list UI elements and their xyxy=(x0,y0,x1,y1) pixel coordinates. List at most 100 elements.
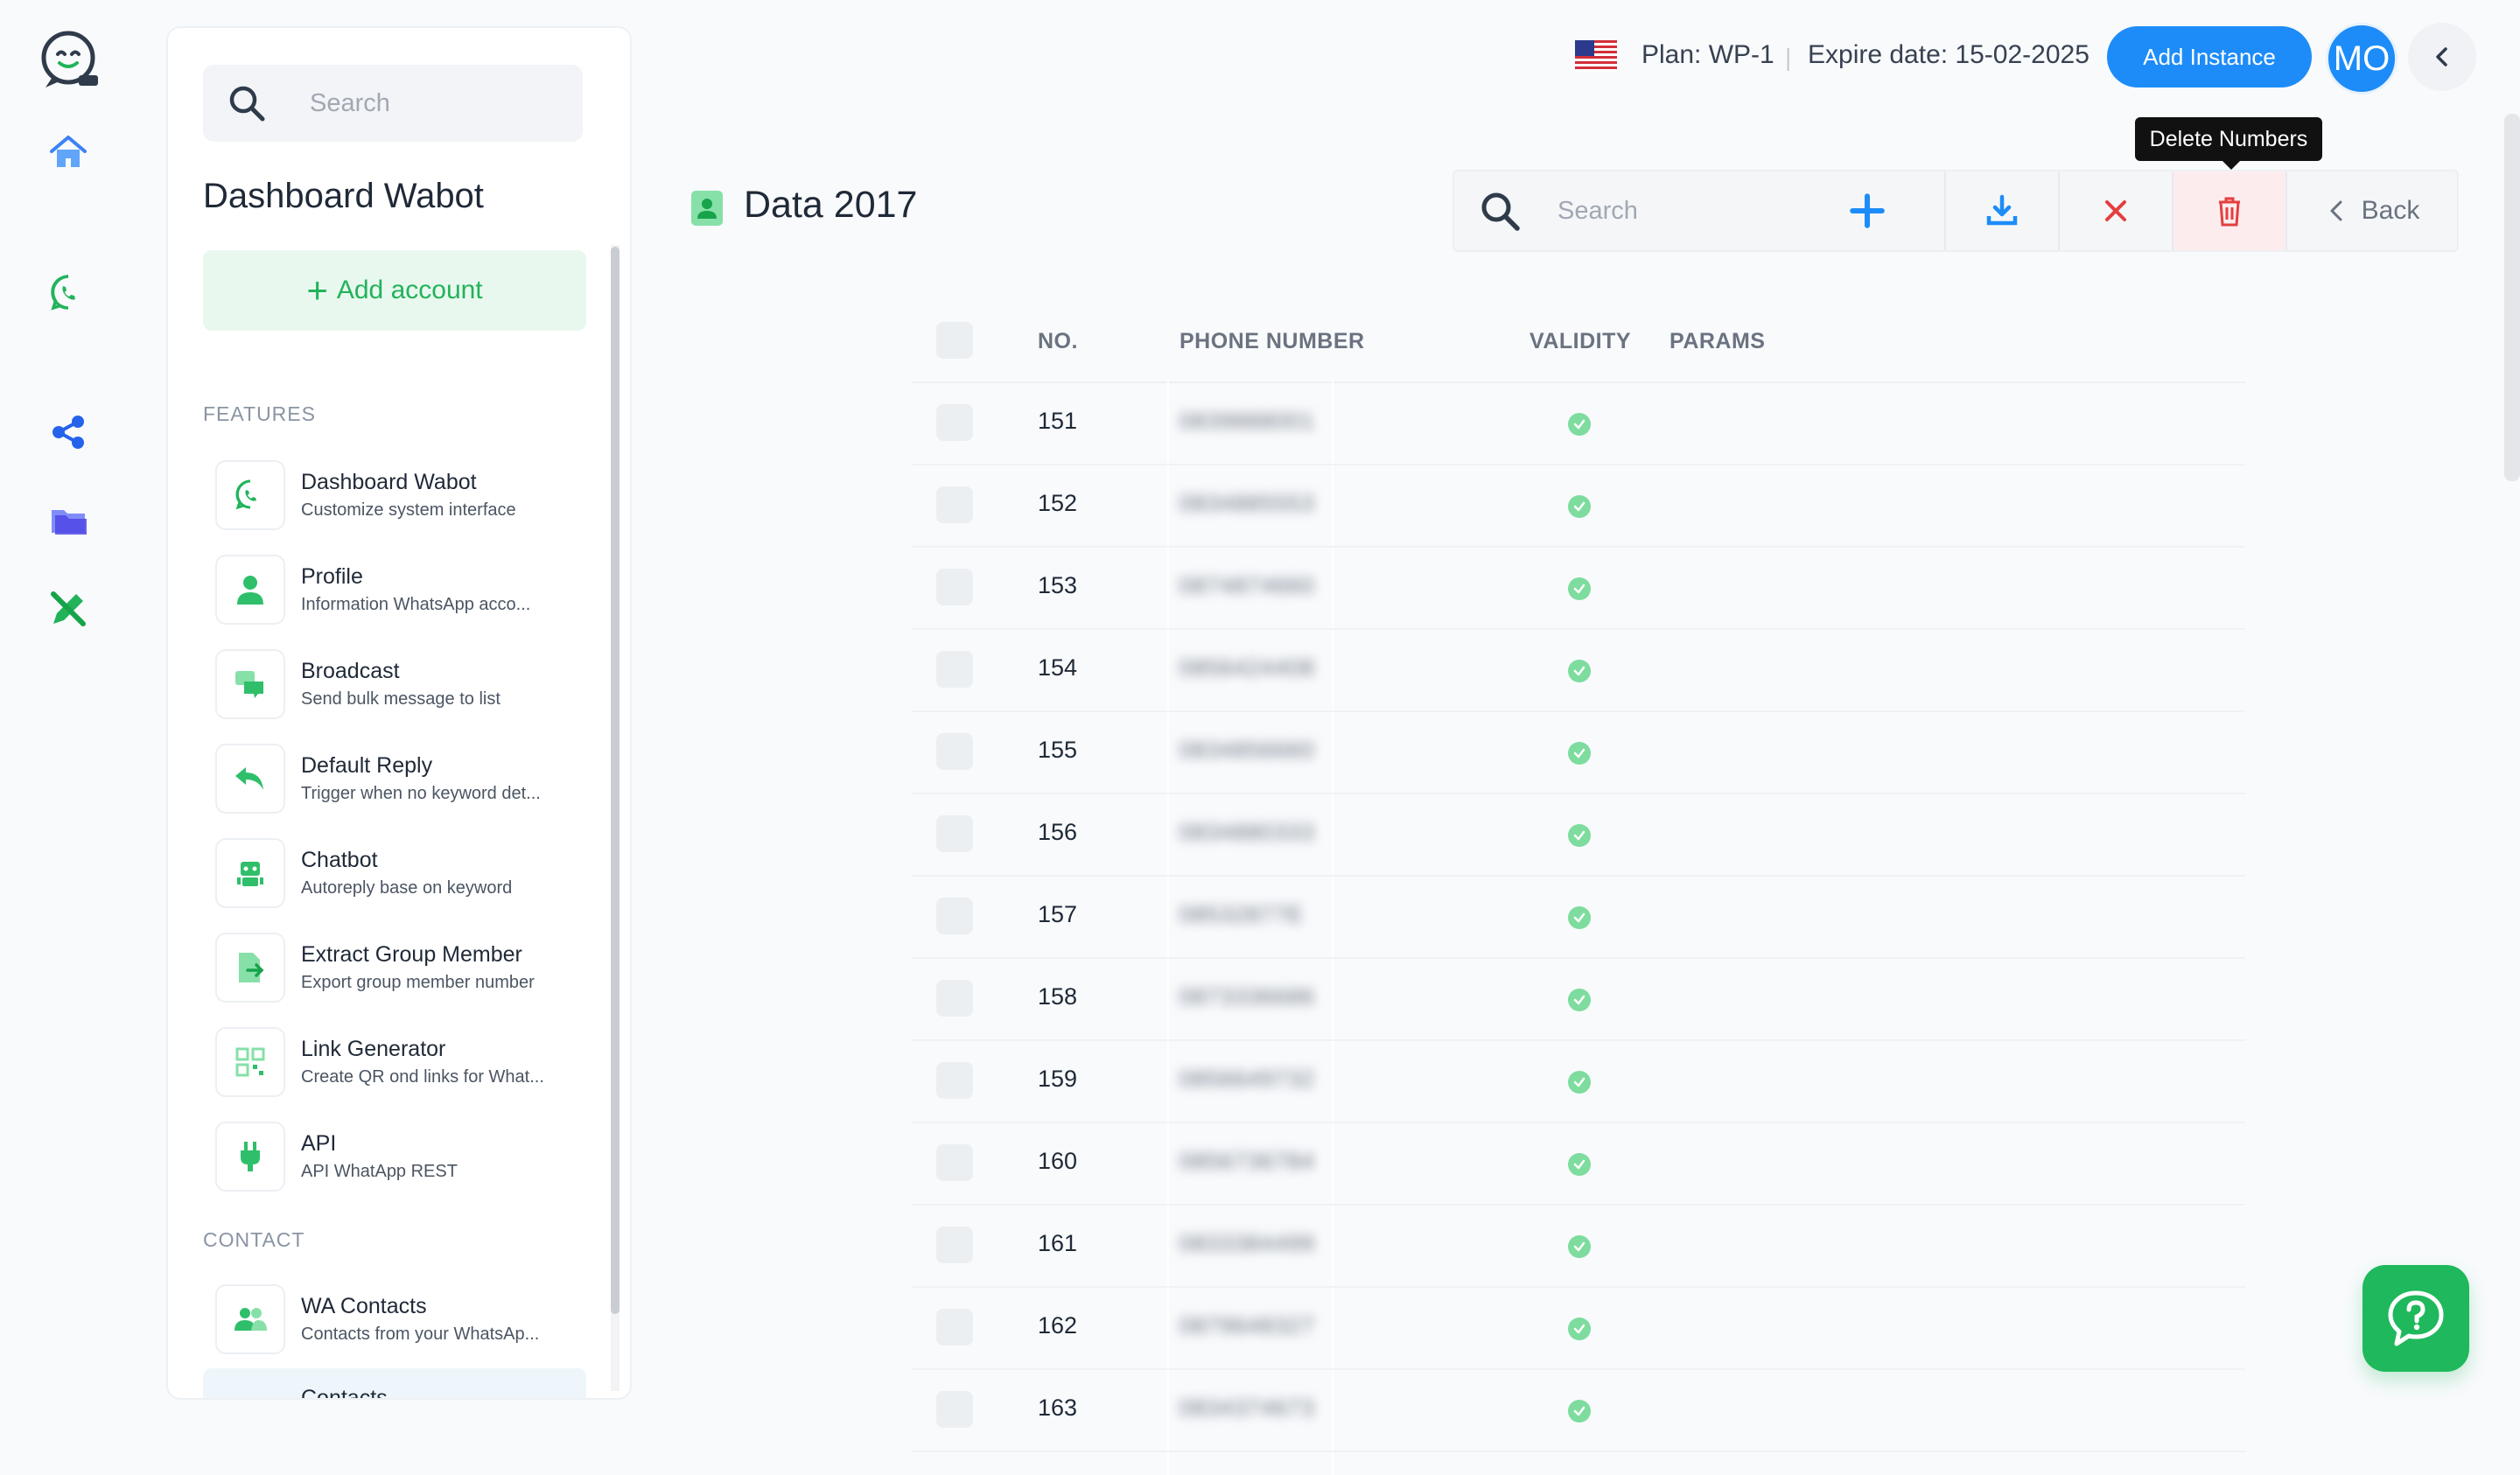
row-phone-number: 0834374673 xyxy=(1180,1395,1315,1421)
table-row[interactable]: 160 0856736784 xyxy=(912,1123,2245,1206)
valid-check-icon xyxy=(1568,1318,1591,1340)
add-account-label: Add account xyxy=(336,276,483,304)
whatsapp-icon xyxy=(235,479,256,510)
row-checkbox[interactable] xyxy=(936,486,973,523)
table-row[interactable]: 159 0856649732 xyxy=(912,1041,2245,1123)
row-checkbox[interactable] xyxy=(936,980,973,1017)
row-checkbox[interactable] xyxy=(936,1144,973,1181)
column-header-no[interactable]: NO. xyxy=(1038,329,1078,354)
page-scrollbar[interactable] xyxy=(2504,114,2520,481)
feature-title: Contacts xyxy=(301,1386,388,1400)
app-logo[interactable] xyxy=(32,24,105,98)
sidebar-search-input[interactable] xyxy=(308,87,574,119)
add-account-button[interactable]: + Add account xyxy=(203,250,586,331)
avatar[interactable]: MO xyxy=(2326,23,2398,94)
plus-icon: + xyxy=(306,269,328,311)
column-header-params[interactable]: PARAMS xyxy=(1670,329,1765,354)
back-button[interactable]: Back xyxy=(2287,171,2457,250)
table-row[interactable]: 152 0834885553 xyxy=(912,465,2245,548)
feature-subtitle: Contacts from your WhatsAp... xyxy=(301,1325,540,1344)
reply-icon xyxy=(235,767,263,790)
table-row[interactable]: 154 0856424408 xyxy=(912,630,2245,712)
trash-icon xyxy=(2219,197,2240,227)
add-number-plus-icon[interactable] xyxy=(1846,190,1888,232)
select-all-checkbox[interactable] xyxy=(936,322,973,359)
feature-item-wa-contacts[interactable]: WA Contacts Contacts from your WhatsAp..… xyxy=(215,1281,583,1358)
feature-item-link-generator[interactable]: Link Generator Create QR ond links for W… xyxy=(215,1024,583,1101)
feature-item-extract-group-member[interactable]: Extract Group Member Export group member… xyxy=(215,929,583,1006)
table-row[interactable]: 158 0873336686 xyxy=(912,959,2245,1041)
feature-item-api[interactable]: API API WhatApp REST xyxy=(215,1118,583,1195)
sidebar-search[interactable] xyxy=(203,65,583,142)
help-chat-button[interactable] xyxy=(2362,1265,2469,1372)
numbers-table: NO. PHONE NUMBER VALIDITY PARAMS 151 0839… xyxy=(912,297,2245,1475)
chat-bubbles-icon xyxy=(235,671,263,698)
table-row[interactable]: 156 0834880333 xyxy=(912,794,2245,877)
row-phone-number: 0834856660 xyxy=(1180,737,1315,763)
add-instance-button[interactable]: Add Instance xyxy=(2107,26,2312,87)
collapse-sidebar-button[interactable] xyxy=(2408,23,2476,91)
valid-check-icon xyxy=(1568,989,1591,1011)
search-icon xyxy=(1481,192,1520,231)
feature-item-chatbot[interactable]: Chatbot Autoreply base on keyword xyxy=(215,835,583,912)
feature-item-dashboard-wabot[interactable]: Dashboard Wabot Customize system interfa… xyxy=(215,457,583,534)
row-checkbox[interactable] xyxy=(936,815,973,852)
row-checkbox[interactable] xyxy=(936,1227,973,1263)
feature-item-profile[interactable]: Profile Information WhatsApp acco... xyxy=(215,551,583,628)
row-checkbox[interactable] xyxy=(936,1309,973,1346)
search-icon xyxy=(229,86,265,122)
column-header-phone-number[interactable]: PHONE NUMBER xyxy=(1180,329,1365,354)
row-checkbox[interactable] xyxy=(936,404,973,441)
tools-nav-button[interactable] xyxy=(35,576,102,642)
share-nav-button[interactable] xyxy=(35,399,102,465)
row-checkbox[interactable] xyxy=(936,898,973,934)
feature-item-default-reply[interactable]: Default Reply Trigger when no keyword de… xyxy=(215,740,583,817)
row-number: 152 xyxy=(1038,490,1078,516)
feature-item-broadcast[interactable]: Broadcast Send bulk message to list xyxy=(215,646,583,723)
row-phone-number: 0873336686 xyxy=(1180,983,1315,1010)
valid-check-icon xyxy=(1568,495,1591,518)
row-number: 162 xyxy=(1038,1312,1078,1339)
row-checkbox[interactable] xyxy=(936,733,973,770)
row-phone-number: 0856649732 xyxy=(1180,1066,1315,1092)
feature-item-contacts[interactable]: Contacts xyxy=(203,1368,586,1400)
table-row[interactable]: 155 0834856660 xyxy=(912,712,2245,794)
table-search[interactable] xyxy=(1454,171,1946,250)
column-header-validity[interactable]: VALIDITY xyxy=(1530,329,1631,354)
sidebar-scroll-thumb[interactable] xyxy=(611,247,620,1314)
table-row[interactable]: 151 0839888001 xyxy=(912,383,2245,465)
table-row[interactable]: 157 08532877E xyxy=(912,877,2245,959)
row-checkbox[interactable] xyxy=(936,651,973,688)
row-phone-number: 0879648327 xyxy=(1180,1312,1315,1339)
icon-rail xyxy=(0,0,136,1423)
download-icon xyxy=(1986,194,2018,226)
whatsapp-nav-button[interactable] xyxy=(35,259,102,325)
table-search-input[interactable] xyxy=(1556,195,1822,227)
feature-title: Default Reply xyxy=(301,753,433,778)
feature-subtitle: Create QR ond links for What... xyxy=(301,1067,544,1087)
clear-button[interactable] xyxy=(2060,171,2174,250)
row-checkbox[interactable] xyxy=(936,1062,973,1099)
feature-subtitle: Information WhatsApp acco... xyxy=(301,595,531,614)
table-row[interactable]: 162 0879648327 xyxy=(912,1288,2245,1370)
feature-subtitle: Trigger when no keyword det... xyxy=(301,784,541,803)
expire-date-label: Expire date: 15-02-2025 xyxy=(1808,40,2090,69)
table-row[interactable]: 161 0833384499 xyxy=(912,1206,2245,1288)
table-row[interactable]: 163 0834374673 xyxy=(912,1370,2245,1452)
help-chat-icon xyxy=(2388,1290,2444,1346)
app-root: Dashboard Wabot + Add account FEATURES D… xyxy=(0,0,2520,1475)
us-flag-icon[interactable] xyxy=(1575,40,1617,72)
download-button[interactable] xyxy=(1946,171,2060,250)
feature-subtitle: Export group member number xyxy=(301,973,535,992)
row-phone-number: 0834880333 xyxy=(1180,819,1315,845)
home-nav-button[interactable] xyxy=(35,119,102,185)
table-row[interactable]: 153 0874874660 xyxy=(912,548,2245,630)
delete-numbers-button[interactable] xyxy=(2174,171,2287,250)
files-nav-button[interactable] xyxy=(35,486,102,553)
feature-title: Profile xyxy=(301,564,363,589)
row-checkbox[interactable] xyxy=(936,569,973,605)
delete-numbers-tooltip: Delete Numbers xyxy=(2135,117,2322,170)
valid-check-icon xyxy=(1568,660,1591,682)
feature-title: Dashboard Wabot xyxy=(301,470,477,494)
user-icon xyxy=(237,576,263,605)
